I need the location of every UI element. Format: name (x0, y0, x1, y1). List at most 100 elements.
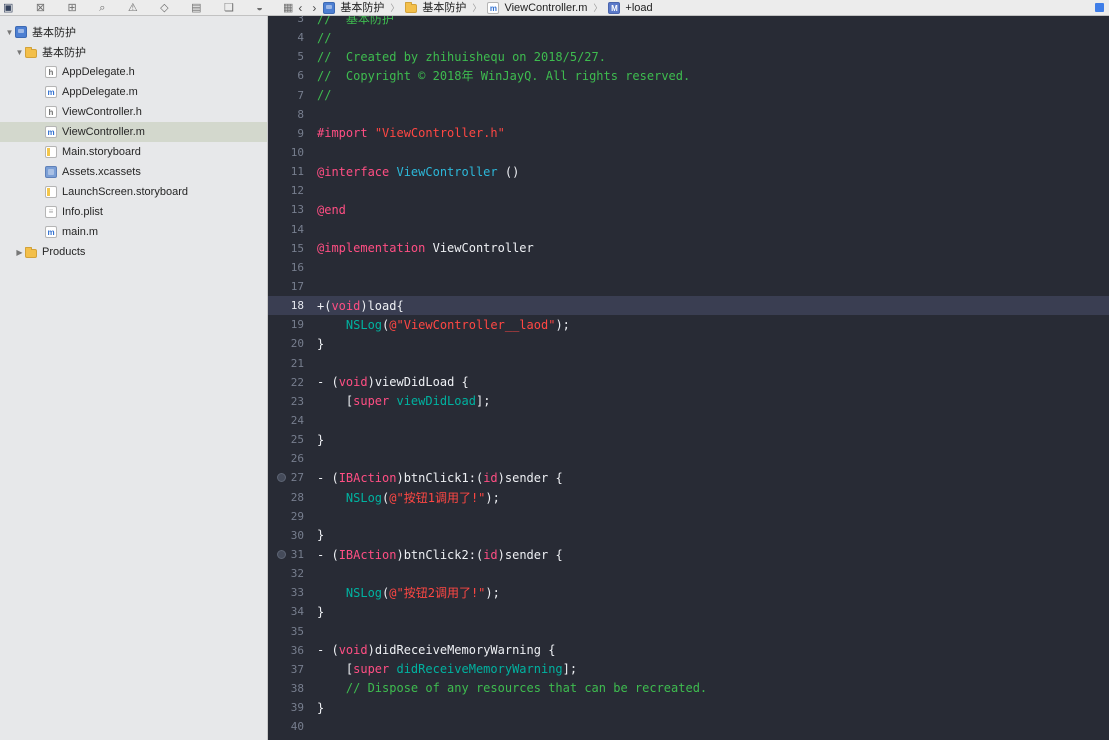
breadcrumb-item[interactable]: 基本防护 (405, 1, 466, 15)
line-number[interactable]: 35 (268, 625, 304, 638)
line-number[interactable]: 15 (268, 242, 304, 255)
sidebar-item[interactable]: m AppDelegate.m (0, 82, 267, 102)
code-line[interactable]: 20} (268, 334, 1109, 353)
back-button[interactable]: ‹ (298, 1, 302, 15)
code-line[interactable]: 13 @end (268, 200, 1109, 219)
line-number[interactable]: 13 (268, 203, 304, 216)
code-line[interactable]: 35 (268, 622, 1109, 641)
sidebar-item[interactable]: Assets.xcassets (0, 162, 267, 182)
code-line[interactable]: 29 (268, 507, 1109, 526)
breadcrumb-item[interactable]: m ViewController.m (487, 1, 587, 15)
sidebar-item[interactable]: ▶ Products (0, 242, 267, 262)
window-icon[interactable]: ▣ (3, 1, 13, 15)
sidebar-item[interactable]: LaunchScreen.storyboard (0, 182, 267, 202)
line-number[interactable]: 40 (268, 720, 304, 733)
line-number[interactable]: 28 (268, 491, 304, 504)
code-line[interactable]: 15 @implementation ViewController (268, 239, 1109, 258)
blue-indicator[interactable] (1095, 3, 1104, 12)
code-line[interactable]: 12 (268, 181, 1109, 200)
disclosure-triangle-icon[interactable]: ▼ (14, 48, 25, 57)
line-number[interactable]: 33 (268, 586, 304, 599)
line-number[interactable]: 9 (268, 127, 304, 140)
code-line[interactable]: 3 // 基本防护 (268, 16, 1109, 28)
code-line[interactable]: 10 (268, 143, 1109, 162)
line-number[interactable]: 29 (268, 510, 304, 523)
code-line[interactable]: 5 // Created by zhihuishequ on 2018/5/27. (268, 47, 1109, 66)
ibaction-connector-icon[interactable] (277, 472, 286, 482)
line-number[interactable]: 17 (268, 280, 304, 293)
line-number[interactable]: 27 (268, 471, 304, 484)
sidebar-item[interactable]: Info.plist (0, 202, 267, 222)
sidebar-item[interactable]: ▼ 基本防护 (0, 42, 267, 62)
line-number[interactable]: 39 (268, 701, 304, 714)
line-number[interactable]: 16 (268, 261, 304, 274)
list-icon[interactable]: ▤ (191, 1, 201, 15)
line-number[interactable]: 10 (268, 146, 304, 159)
line-number[interactable]: 8 (268, 108, 304, 121)
code-line[interactable]: 14 (268, 220, 1109, 239)
diamond-icon[interactable]: ◇ (160, 1, 168, 15)
code-line[interactable]: 36- (void)didReceiveMemoryWarning { (268, 641, 1109, 660)
breadcrumb-item[interactable]: M +load (608, 1, 653, 15)
code-line[interactable]: 39} (268, 698, 1109, 717)
code-line[interactable]: 11 @interface ViewController () (268, 162, 1109, 181)
code-line[interactable]: 23 [super viewDidLoad]; (268, 392, 1109, 411)
line-number[interactable]: 36 (268, 644, 304, 657)
code-line[interactable]: 8 (268, 105, 1109, 124)
code-line[interactable]: 22- (void)viewDidLoad { (268, 373, 1109, 392)
code-line[interactable]: 6 // Copyright © 2018年 WinJayQ. All right… (268, 66, 1109, 85)
clipboard-icon[interactable]: ❏ (224, 1, 234, 15)
line-number[interactable]: 37 (268, 663, 304, 676)
code-line[interactable]: 26 (268, 449, 1109, 468)
line-number[interactable]: 18 (268, 299, 304, 312)
code-line[interactable]: 30} (268, 526, 1109, 545)
code-line[interactable]: 28 NSLog(@"按钮1调用了!"); (268, 488, 1109, 507)
code-line[interactable]: 7 // (268, 86, 1109, 105)
sidebar-item[interactable]: Main.storyboard (0, 142, 267, 162)
sidebar-item[interactable]: m main.m (0, 222, 267, 242)
line-number[interactable]: 4 (268, 31, 304, 44)
sidebar-item[interactable]: m ViewController.m (0, 122, 267, 142)
line-number[interactable]: 12 (268, 184, 304, 197)
code-line[interactable]: 27- (IBAction)btnClick1:(id)sender { (268, 468, 1109, 487)
line-number[interactable]: 25 (268, 433, 304, 446)
code-line[interactable]: 31- (IBAction)btnClick2:(id)sender { (268, 545, 1109, 564)
disclosure-triangle-icon[interactable]: ▶ (14, 248, 25, 257)
sidebar-item[interactable]: h AppDelegate.h (0, 62, 267, 82)
code-line[interactable]: 17 (268, 277, 1109, 296)
related-items-icon[interactable]: ▦ (283, 1, 293, 15)
line-number[interactable]: 30 (268, 529, 304, 542)
warning-icon[interactable]: ⚠ (128, 1, 138, 15)
code-line[interactable]: 38 // Dispose of any resources that can … (268, 679, 1109, 698)
code-line[interactable]: 21 (268, 354, 1109, 373)
code-line[interactable]: 19 NSLog(@"ViewController__laod"); (268, 315, 1109, 334)
line-number[interactable]: 31 (268, 548, 304, 561)
line-number[interactable]: 20 (268, 337, 304, 350)
chat-icon[interactable]: ◒ (256, 1, 263, 15)
line-number[interactable]: 19 (268, 318, 304, 331)
code-line[interactable]: 34} (268, 602, 1109, 621)
code-line[interactable]: 25} (268, 430, 1109, 449)
code-line[interactable]: 4 // (268, 28, 1109, 47)
code-line[interactable]: 40 (268, 717, 1109, 736)
line-number[interactable]: 3 (268, 16, 304, 25)
line-number[interactable]: 32 (268, 567, 304, 580)
line-number[interactable]: 34 (268, 605, 304, 618)
search-icon[interactable]: ⌕ (99, 1, 105, 15)
code-editor[interactable]: 3 // 基本防护 4 // 5 // Created by zhihuishequ on… (268, 16, 1109, 740)
sidebar-item[interactable]: h ViewController.h (0, 102, 267, 122)
disclosure-triangle-icon[interactable]: ▼ (4, 28, 15, 37)
line-number[interactable]: 22 (268, 376, 304, 389)
line-number[interactable]: 14 (268, 223, 304, 236)
grid-icon[interactable]: ⊞ (68, 1, 77, 15)
line-number[interactable]: 5 (268, 50, 304, 63)
close-box-icon[interactable]: ⊠ (36, 1, 45, 15)
code-line[interactable]: 18 +(void)load{ (268, 296, 1109, 316)
line-number[interactable]: 38 (268, 682, 304, 695)
forward-button[interactable]: › (312, 1, 316, 15)
code-line[interactable]: 37 [super didReceiveMemoryWarning]; (268, 660, 1109, 679)
sidebar-item[interactable]: ▼ 基本防护 (0, 22, 267, 42)
line-number[interactable]: 21 (268, 357, 304, 370)
code-line[interactable]: 9 #import "ViewController.h" (268, 124, 1109, 143)
line-number[interactable]: 6 (268, 69, 304, 82)
